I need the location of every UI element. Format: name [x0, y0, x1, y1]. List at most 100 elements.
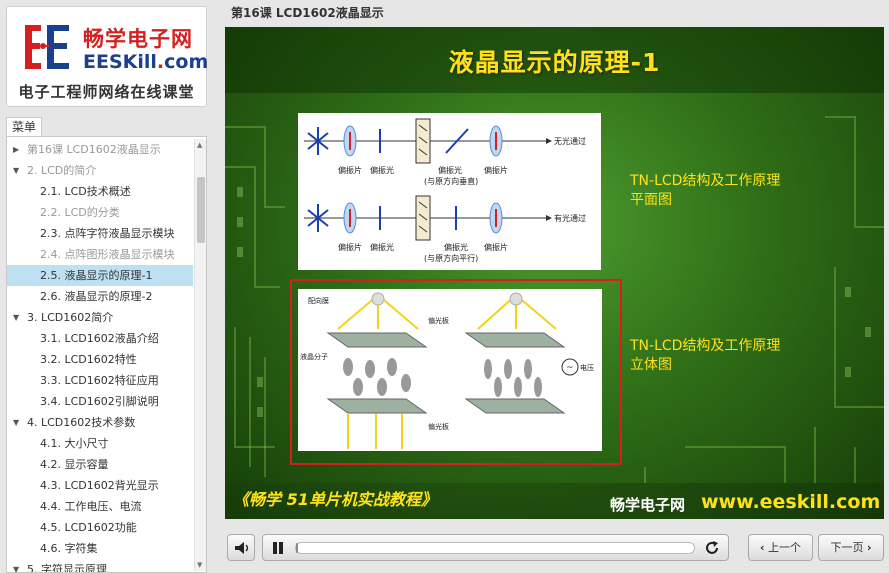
- menu-item-label: 3. LCD1602简介: [27, 311, 114, 324]
- menu-item-label: 2.4. 点阵图形液晶显示模块: [40, 248, 175, 261]
- slide: 液晶显示的原理-1 无光通过 有光通过 偏振片 偏振光 偏振光 偏振片 (与原方…: [225, 27, 884, 519]
- tn-lcd-3d-diagram: ~ 配向膜 偏光板 偏光板 液晶分子 电压: [298, 289, 602, 451]
- menu-item-label: 4.2. 显示容量: [40, 458, 109, 471]
- brand-tagline: 电子工程师网络在线课堂: [18, 83, 195, 101]
- menu-item-label: 4.1. 大小尺寸: [40, 437, 109, 450]
- menu-item-label: 4. LCD1602技术参数: [27, 416, 136, 429]
- menu-item[interactable]: 3.2. LCD1602特性: [7, 349, 193, 370]
- menu-item-label: 2.6. 液晶显示的原理-2: [40, 290, 153, 303]
- row1-label-2: 偏振光: [370, 165, 394, 175]
- caret-down-icon[interactable]: ▼: [13, 160, 19, 181]
- caret-down-icon[interactable]: ▼: [13, 559, 19, 572]
- progress-bar[interactable]: [295, 542, 695, 554]
- brand-site-suffix: com: [164, 51, 209, 73]
- menu-item[interactable]: ▶ 第16课 LCD1602液晶显示: [7, 139, 193, 160]
- menu-item-label: 3.2. LCD1602特性: [40, 353, 137, 366]
- menu-item[interactable]: 4.1. 大小尺寸: [7, 433, 193, 454]
- align-film-label: 配向膜: [308, 296, 329, 305]
- menu-item[interactable]: ▼ 3. LCD1602简介: [7, 307, 193, 328]
- menu-item-label: 3.1. LCD1602液晶介绍: [40, 332, 159, 345]
- menu-item[interactable]: 2.2. LCD的分类: [7, 202, 193, 223]
- menu-item-label: 4.5. LCD1602功能: [40, 521, 137, 534]
- footer-brand: 畅学电子网: [610, 496, 686, 514]
- row2-label-3: 偏振光: [444, 242, 468, 252]
- chevron-left-icon: ‹: [759, 541, 765, 554]
- menu-panel: ▶ 第16课 LCD1602液晶显示 ▼ 2. LCD的简介 2.1. LCD技术概述 2…: [6, 136, 207, 573]
- menu-item-label: 2.3. 点阵字符液晶显示模块: [40, 227, 175, 240]
- row2-label-2: 偏振光: [370, 242, 394, 252]
- menu-item[interactable]: 4.3. LCD1602背光显示: [7, 475, 193, 496]
- menu-item-label: 4.3. LCD1602背光显示: [40, 479, 159, 492]
- progress-fill: [296, 543, 298, 553]
- menu-item[interactable]: ▼ 5. 字符显示原理: [7, 559, 193, 573]
- caption-plane-line2: 平面图: [630, 192, 672, 208]
- menu-item[interactable]: ▼ 4. LCD1602技术参数: [7, 412, 193, 433]
- menu-item-label: 2.1. LCD技术概述: [40, 185, 131, 198]
- row2-label-4: 偏振片: [484, 242, 508, 252]
- menu-item-label: 2.5. 液晶显示的原理-1: [40, 269, 153, 282]
- speaker-icon: [235, 542, 249, 554]
- player-bar: [262, 534, 729, 561]
- menu-item[interactable]: 4.6. 字符集: [7, 538, 193, 559]
- row2-result-label: 有光通过: [554, 213, 586, 223]
- app-window: 畅学电子网 EESKill.com 电子工程师网络在线课堂 菜单 ▶ 第16课 L…: [0, 0, 889, 573]
- row1-label-1: 偏振片: [338, 165, 362, 175]
- menu-item-label: 4.6. 字符集: [40, 542, 98, 555]
- scroll-down-icon[interactable]: ▼: [197, 561, 202, 569]
- slide-title: 液晶显示的原理-1: [448, 48, 661, 77]
- footer-url: www.eeskill.com: [701, 491, 881, 513]
- scroll-thumb[interactable]: [197, 177, 205, 243]
- caption-plane: TN-LCD结构及工作原理 平面图: [630, 172, 780, 210]
- brand-title: 畅学电子网: [83, 27, 193, 51]
- menu-item-label: 第16课 LCD1602液晶显示: [27, 143, 161, 156]
- menu-item[interactable]: 2.5. 液晶显示的原理-1: [7, 265, 193, 286]
- replay-icon[interactable]: [704, 540, 720, 556]
- next-label: 下一页: [830, 541, 864, 554]
- tn-lcd-plane-diagram: 无光通过 有光通过 偏振片 偏振光 偏振光 偏振片 (与原方向垂直) 偏振片 偏…: [298, 113, 601, 270]
- brand-site-prefix: EESKill: [83, 51, 157, 73]
- mute-button[interactable]: [227, 534, 255, 561]
- menu-item[interactable]: ▼ 2. LCD的简介: [7, 160, 193, 181]
- svg-text:~: ~: [566, 363, 574, 373]
- row2-note: (与原方向平行): [424, 253, 478, 263]
- menu-item-label: 2.2. LCD的分类: [40, 206, 120, 219]
- row1-label-4: 偏振片: [484, 165, 508, 175]
- voltage-label: 电压: [580, 363, 594, 372]
- brand-logo: 畅学电子网 EESKill.com 电子工程师网络在线课堂: [6, 6, 208, 107]
- menu-scrollbar[interactable]: ▲ ▼: [194, 139, 206, 571]
- next-button[interactable]: 下一页 ›: [818, 534, 884, 561]
- row1-result-label: 无光通过: [554, 136, 586, 146]
- caret-right-icon[interactable]: ▶: [13, 139, 19, 160]
- row1-note: (与原方向垂直): [424, 176, 478, 186]
- pause-icon[interactable]: [271, 541, 285, 555]
- prev-button[interactable]: ‹ 上一个: [748, 534, 813, 561]
- brand-logo-icon: [19, 19, 75, 75]
- menu-item[interactable]: 2.3. 点阵字符液晶显示模块: [7, 223, 193, 244]
- menu-item[interactable]: 4.2. 显示容量: [7, 454, 193, 475]
- menu-item[interactable]: 3.4. LCD1602引脚说明: [7, 391, 193, 412]
- caret-down-icon[interactable]: ▼: [13, 412, 19, 433]
- menu-item-label: 2. LCD的简介: [27, 164, 97, 177]
- menu-item-label: 5. 字符显示原理: [27, 563, 107, 573]
- menu-item-label: 3.3. LCD1602特征应用: [40, 374, 159, 387]
- course-title: 《畅学 51单片机实战教程》: [233, 490, 437, 509]
- menu-item[interactable]: 4.4. 工作电压、电流: [7, 496, 193, 517]
- menu-item-label: 4.4. 工作电压、电流: [40, 500, 142, 513]
- menu-tab[interactable]: 菜单: [6, 117, 42, 137]
- menu-item[interactable]: 2.6. 液晶显示的原理-2: [7, 286, 193, 307]
- caret-down-icon[interactable]: ▼: [13, 307, 19, 328]
- menu-item[interactable]: 3.3. LCD1602特征应用: [7, 370, 193, 391]
- polarizer-top-label: 偏光板: [428, 316, 449, 325]
- menu-item[interactable]: 2.4. 点阵图形液晶显示模块: [7, 244, 193, 265]
- menu-item[interactable]: 2.1. LCD技术概述: [7, 181, 193, 202]
- brand-site: EESKill.com: [83, 51, 208, 73]
- row2-label-1: 偏振片: [338, 242, 362, 252]
- prev-label: 上一个: [768, 541, 802, 554]
- row1-label-3: 偏振光: [438, 165, 462, 175]
- menu-item[interactable]: 4.5. LCD1602功能: [7, 517, 193, 538]
- menu-item-label: 3.4. LCD1602引脚说明: [40, 395, 159, 408]
- menu-item[interactable]: 3.1. LCD1602液晶介绍: [7, 328, 193, 349]
- caption-3d-line2: 立体图: [630, 357, 672, 373]
- menu-list: ▶ 第16课 LCD1602液晶显示 ▼ 2. LCD的简介 2.1. LCD技术概述 2…: [7, 139, 193, 573]
- scroll-up-icon[interactable]: ▲: [197, 141, 202, 149]
